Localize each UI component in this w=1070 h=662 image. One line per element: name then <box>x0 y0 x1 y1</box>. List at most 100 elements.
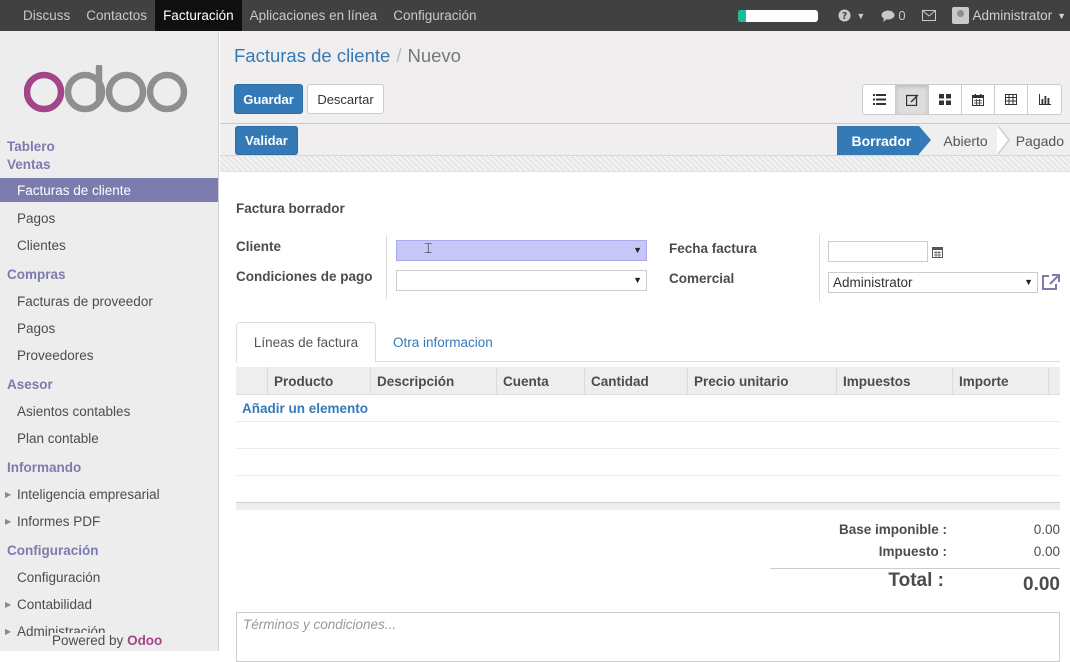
chevron-down-icon: ▼ <box>856 10 866 21</box>
sidebar-item-pagos[interactable]: Pagos <box>0 206 218 230</box>
list-view-button[interactable] <box>863 85 896 114</box>
payment-terms-field[interactable]: ▼ <box>396 270 647 291</box>
stage-separator <box>996 125 1012 155</box>
sidebar-item-label: Configuración <box>17 569 101 585</box>
column-header[interactable]: Producto <box>267 367 370 395</box>
sidebar-item-label: Facturas de cliente <box>17 182 132 198</box>
graph-view-button[interactable] <box>1028 85 1061 114</box>
caret-right-icon: ▶ <box>5 516 12 526</box>
sidebar: Tablero Ventas Facturas de cliente Pagos… <box>0 31 219 651</box>
salesperson-label: Comercial <box>669 271 735 286</box>
calendar-view-button[interactable] <box>962 85 995 114</box>
calendar-icon[interactable] <box>932 246 943 258</box>
pivot-view-button[interactable] <box>995 85 1028 114</box>
add-line-link[interactable]: Añadir un elemento <box>242 401 368 416</box>
loading-progress-bar <box>738 9 819 22</box>
column-header[interactable]: Cantidad <box>584 367 687 395</box>
menu-configuracion[interactable]: Configuración <box>385 0 484 31</box>
tax-row: Impuesto : 0.00 <box>760 544 1060 564</box>
avatar <box>951 7 969 24</box>
form-statusbar: Validar Borrador Abierto Pagado <box>220 124 1070 156</box>
invoice-date-field[interactable] <box>828 241 928 262</box>
menu-facturacion[interactable]: Facturación <box>155 0 242 31</box>
odoo-logo[interactable] <box>24 65 194 113</box>
breadcrumb-parent[interactable]: Facturas de cliente <box>234 45 390 66</box>
customer-field[interactable]: ⌶ ▼ <box>396 240 647 261</box>
svg-text:?: ? <box>842 11 847 22</box>
table-header-end <box>1048 367 1060 395</box>
menu-aplicaciones[interactable]: Aplicaciones en línea <box>242 0 386 31</box>
sidebar-item-configuracion[interactable]: Configuración <box>0 565 218 589</box>
chat-bubble-icon <box>881 10 895 22</box>
stage-borrador[interactable]: Borrador <box>837 126 932 155</box>
stage-abierto[interactable]: Abierto <box>919 126 997 155</box>
dropdown-caret-icon[interactable]: ▼ <box>1024 277 1033 287</box>
column-header[interactable]: Descripción <box>370 367 496 395</box>
table-header: Producto Descripción Cuenta Cantidad Pre… <box>236 367 1060 395</box>
sidebar-item-informes-pdf[interactable]: ▶ Informes PDF <box>0 509 218 533</box>
dropdown-caret-icon[interactable]: ▼ <box>633 275 642 285</box>
sidebar-item-inteligencia[interactable]: ▶ Inteligencia empresarial <box>0 482 218 506</box>
column-header[interactable]: Importe <box>952 367 1048 395</box>
user-menu[interactable]: Administrator ▼ <box>951 7 1066 24</box>
table-row: Añadir un elemento <box>236 395 1060 422</box>
save-button[interactable]: Guardar <box>234 84 303 114</box>
validate-button[interactable]: Validar <box>235 126 298 155</box>
breadcrumb: Facturas de cliente / Nuevo <box>234 45 461 66</box>
sidebar-item-label: Pagos <box>17 320 56 336</box>
powered-by-brand[interactable]: Odoo <box>127 633 162 648</box>
sidebar-item-clientes[interactable]: Clientes <box>0 233 218 257</box>
terms-placeholder: Términos y condiciones... <box>243 617 397 632</box>
sidebar-item-facturas-cliente[interactable]: Facturas de cliente <box>0 178 218 202</box>
sidebar-item-proveedores[interactable]: Proveedores <box>0 343 218 367</box>
total-value: 0.00 <box>1023 574 1060 595</box>
column-header[interactable]: Precio unitario <box>687 367 836 395</box>
mail-button[interactable] <box>921 10 936 21</box>
sidebar-item-label: Informes PDF <box>17 513 101 529</box>
total-row: Total : 0.00 <box>760 570 1060 598</box>
sidebar-item-plan-contable[interactable]: Plan contable <box>0 426 218 450</box>
sidebar-item-label: Proveedores <box>17 347 94 363</box>
stage-pagado[interactable]: Pagado <box>1012 126 1070 155</box>
loading-progress-fill <box>738 9 747 22</box>
discard-button[interactable]: Descartar <box>307 84 384 114</box>
sidebar-item-label: Plan contable <box>17 430 99 446</box>
terms-conditions-field[interactable]: Términos y condiciones... <box>236 612 1060 662</box>
help-icon: ? <box>838 9 851 22</box>
total-label: Total : <box>888 570 944 591</box>
control-panel: Facturas de cliente / Nuevo Guardar Descar… <box>220 31 1070 124</box>
sidebar-section-asesor: Asesor <box>7 377 53 392</box>
view-switcher <box>862 84 1062 115</box>
sidebar-section-informando: Informando <box>7 460 82 475</box>
table-row <box>236 422 1060 449</box>
menu-contactos[interactable]: Contactos <box>78 0 155 31</box>
caret-right-icon: ▶ <box>5 599 12 609</box>
kanban-view-button[interactable] <box>929 85 962 114</box>
tab-other-info[interactable]: Otra informacion <box>393 322 493 362</box>
sidebar-item-asientos[interactable]: Asientos contables <box>0 399 218 423</box>
top-navbar: Discuss Contactos Facturación Aplicacion… <box>0 0 1070 31</box>
dropdown-caret-icon[interactable]: ▼ <box>633 245 642 255</box>
invoice-date-label: Fecha factura <box>669 241 757 256</box>
app-menu: Discuss Contactos Facturación Aplicacion… <box>0 0 485 31</box>
sidebar-item-label: Facturas de proveedor <box>17 293 153 309</box>
sidebar-section-tablero[interactable]: Tablero <box>7 139 55 154</box>
column-header[interactable]: Impuestos <box>836 367 952 395</box>
form-view-button[interactable] <box>896 85 929 114</box>
salesperson-field[interactable]: Administrator ▼ <box>828 272 1038 293</box>
sidebar-item-label: Inteligencia empresarial <box>17 486 160 502</box>
user-name: Administrator <box>972 8 1053 23</box>
sidebar-item-label: Clientes <box>17 237 66 253</box>
sidebar-item-pagos-compras[interactable]: Pagos <box>0 316 218 340</box>
messages-menu[interactable]: 0 <box>881 8 906 23</box>
menu-discuss[interactable]: Discuss <box>15 0 78 31</box>
table-header-handle <box>236 367 267 395</box>
totals-divider <box>770 568 1060 569</box>
sidebar-item-facturas-proveedor[interactable]: Facturas de proveedor <box>0 289 218 313</box>
subtotal-row: Base imponible : 0.00 <box>760 522 1060 542</box>
sidebar-item-contabilidad[interactable]: ▶ Contabilidad <box>0 592 218 616</box>
tab-invoice-lines[interactable]: Líneas de factura <box>236 322 376 363</box>
help-menu[interactable]: ? ▼ <box>838 9 865 22</box>
external-link-icon[interactable] <box>1041 274 1060 291</box>
column-header[interactable]: Cuenta <box>496 367 584 395</box>
